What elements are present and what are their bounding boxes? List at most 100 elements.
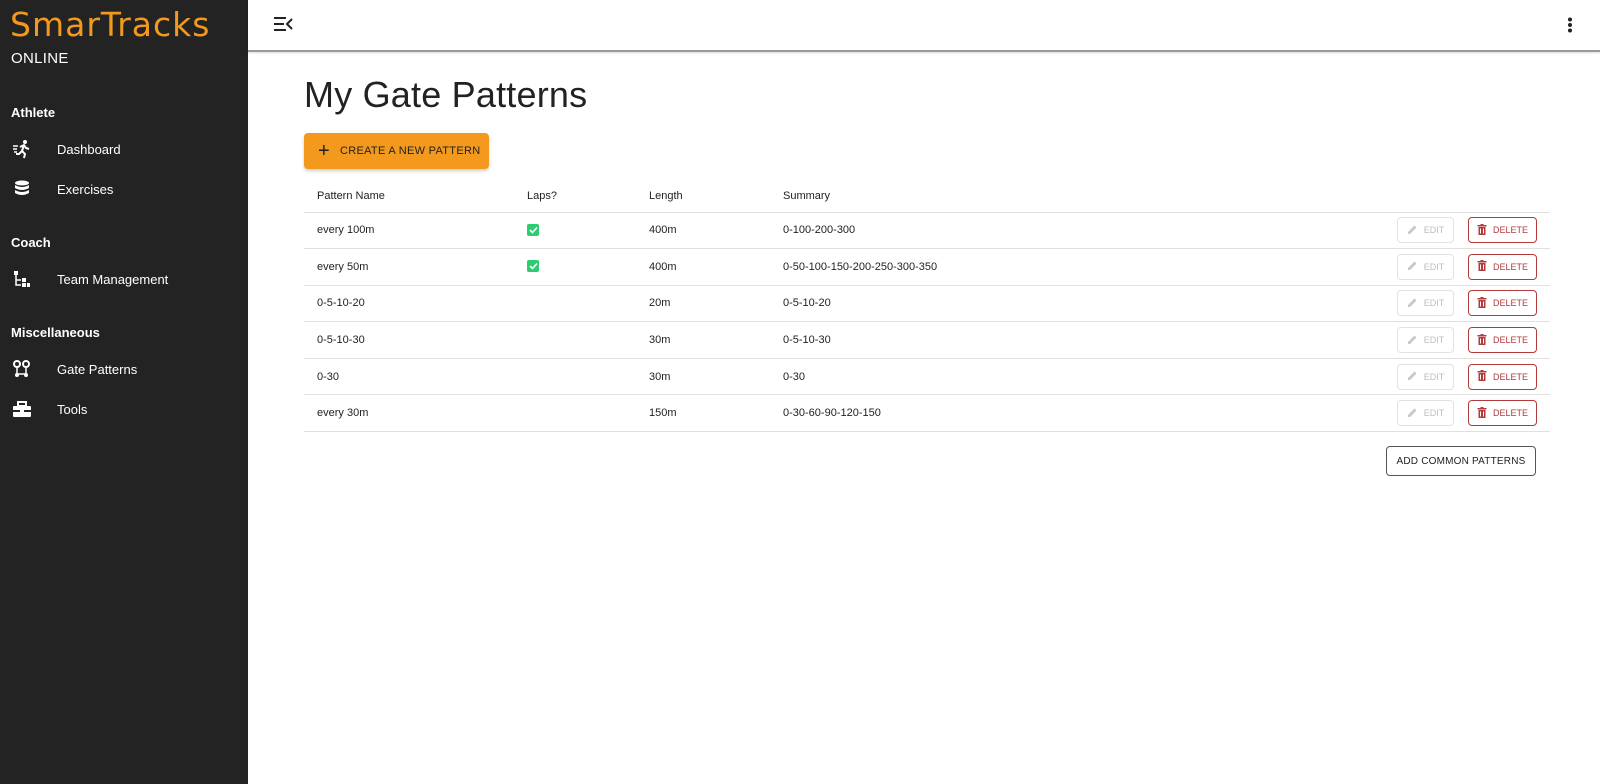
table-row: every 100m 400m 0-100-200-300 EDIT DELETE	[304, 212, 1550, 250]
edit-label: EDIT	[1423, 298, 1445, 309]
pencil-icon	[1407, 370, 1418, 383]
laps-cell	[514, 394, 636, 433]
edit-button[interactable]: EDIT	[1397, 363, 1454, 390]
delete-label: DELETE	[1492, 261, 1528, 272]
page-title: My Gate Patterns	[304, 74, 588, 115]
route-icon	[12, 359, 32, 379]
edit-label: EDIT	[1423, 335, 1445, 346]
logo-text: SmarTracks	[10, 5, 211, 44]
length-cell: 30m	[636, 358, 770, 396]
row-actions: EDIT DELETE	[1393, 290, 1550, 317]
delete-button[interactable]: DELETE	[1468, 253, 1537, 280]
pattern-name-cell: 0-5-10-20	[304, 285, 514, 323]
length-cell: 30m	[636, 321, 770, 359]
actions-cell: EDIT DELETE	[1380, 248, 1550, 286]
edit-button[interactable]: EDIT	[1397, 327, 1454, 354]
header-pattern-name: Pattern Name	[304, 180, 514, 213]
logo-subtitle: ONLINE	[11, 50, 69, 67]
actions-cell: EDIT DELETE	[1380, 394, 1550, 433]
table-row: 0-5-10-20 20m 0-5-10-20 EDIT DELETE	[304, 285, 1550, 323]
row-actions: EDIT DELETE	[1393, 253, 1550, 280]
add-common-patterns-button[interactable]: ADD COMMON PATTERNS	[1386, 446, 1536, 476]
sidebar-item-team-management[interactable]: Team Management	[0, 261, 248, 297]
edit-button[interactable]: EDIT	[1397, 290, 1454, 317]
actions-cell: EDIT DELETE	[1380, 285, 1550, 323]
header-length: Length	[636, 180, 770, 213]
checkmark-icon	[527, 260, 539, 273]
sidebar-item-label: Team Management	[57, 271, 169, 287]
pattern-name-cell: 0-5-10-30	[304, 321, 514, 359]
trash-icon	[1477, 333, 1487, 347]
delete-button[interactable]: DELETE	[1468, 217, 1537, 244]
database-icon	[12, 179, 32, 199]
runner-icon	[12, 139, 32, 159]
sidebar-item-tools[interactable]: Tools	[0, 391, 248, 427]
sidebar-item-label: Dashboard	[57, 141, 121, 157]
row-actions: EDIT DELETE	[1393, 327, 1550, 354]
length-cell: 20m	[636, 285, 770, 323]
laps-cell	[514, 321, 636, 359]
table-row: every 50m 400m 0-50-100-150-200-250-300-35…	[304, 248, 1550, 286]
pattern-name-cell: 0-30	[304, 358, 514, 396]
sidebar: SmarTracks ONLINE Athlete Dashboard Exer…	[0, 0, 248, 784]
trash-icon	[1477, 223, 1487, 237]
create-pattern-label: CREATE A NEW PATTERN	[339, 145, 481, 157]
length-cell: 400m	[636, 212, 770, 250]
sidebar-item-label: Exercises	[57, 181, 114, 197]
menu-collapse-icon[interactable]	[272, 14, 296, 36]
edit-button[interactable]: EDIT	[1397, 253, 1454, 280]
sidebar-item-label: Gate Patterns	[57, 361, 138, 377]
edit-label: EDIT	[1423, 225, 1445, 236]
delete-button[interactable]: DELETE	[1468, 327, 1537, 354]
summary-cell: 0-100-200-300	[770, 212, 1380, 250]
edit-label: EDIT	[1423, 408, 1445, 419]
more-vertical-icon[interactable]	[1560, 14, 1580, 36]
edit-button[interactable]: EDIT	[1397, 217, 1454, 244]
section-title-miscellaneous: Miscellaneous	[11, 325, 100, 340]
trash-icon	[1477, 260, 1487, 273]
header-summary: Summary	[770, 180, 1380, 213]
header-laps: Laps?	[514, 180, 636, 213]
summary-cell: 0-30	[770, 358, 1380, 396]
trash-icon	[1477, 406, 1487, 420]
length-cell: 150m	[636, 394, 770, 433]
plus-icon: +	[318, 140, 330, 162]
summary-cell: 0-50-100-150-200-250-300-350	[770, 248, 1380, 286]
delete-label: DELETE	[1492, 408, 1528, 419]
laps-cell	[514, 358, 636, 396]
delete-label: DELETE	[1492, 335, 1528, 346]
delete-button[interactable]: DELETE	[1468, 290, 1537, 317]
summary-cell: 0-30-60-90-120-150	[770, 394, 1380, 433]
edit-button[interactable]: EDIT	[1397, 400, 1454, 427]
delete-button[interactable]: DELETE	[1468, 400, 1537, 427]
laps-cell	[514, 285, 636, 323]
pattern-name-cell: every 50m	[304, 248, 514, 286]
app-logo[interactable]: SmarTracks	[10, 8, 210, 42]
pencil-icon	[1407, 297, 1418, 310]
pencil-icon	[1407, 224, 1418, 237]
summary-cell: 0-5-10-30	[770, 321, 1380, 359]
section-title-athlete: Athlete	[11, 105, 56, 120]
laps-cell	[514, 248, 636, 286]
trash-icon	[1477, 370, 1487, 383]
table-row: every 30m 150m 0-30-60-90-120-150 EDIT DELET…	[304, 394, 1550, 433]
delete-label: DELETE	[1492, 371, 1528, 382]
toolbox-icon	[12, 399, 32, 419]
length-cell: 400m	[636, 248, 770, 286]
table-row: 0-30 30m 0-30 EDIT DELETE	[304, 358, 1550, 396]
laps-cell	[514, 212, 636, 250]
top-app-bar	[248, 0, 1600, 52]
sidebar-item-dashboard[interactable]: Dashboard	[0, 131, 248, 167]
hierarchy-icon	[12, 269, 32, 289]
actions-cell: EDIT DELETE	[1380, 358, 1550, 396]
delete-label: DELETE	[1492, 225, 1528, 236]
delete-button[interactable]: DELETE	[1468, 363, 1537, 390]
section-title-coach: Coach	[11, 235, 51, 250]
create-pattern-button[interactable]: + CREATE A NEW PATTERN	[304, 133, 489, 169]
sidebar-item-exercises[interactable]: Exercises	[0, 171, 248, 207]
pencil-icon	[1407, 407, 1418, 420]
sidebar-item-label: Tools	[57, 401, 88, 417]
sidebar-item-gate-patterns[interactable]: Gate Patterns	[0, 351, 248, 387]
table-row: 0-5-10-30 30m 0-5-10-30 EDIT DELETE	[304, 321, 1550, 359]
pattern-name-cell: every 30m	[304, 394, 514, 433]
